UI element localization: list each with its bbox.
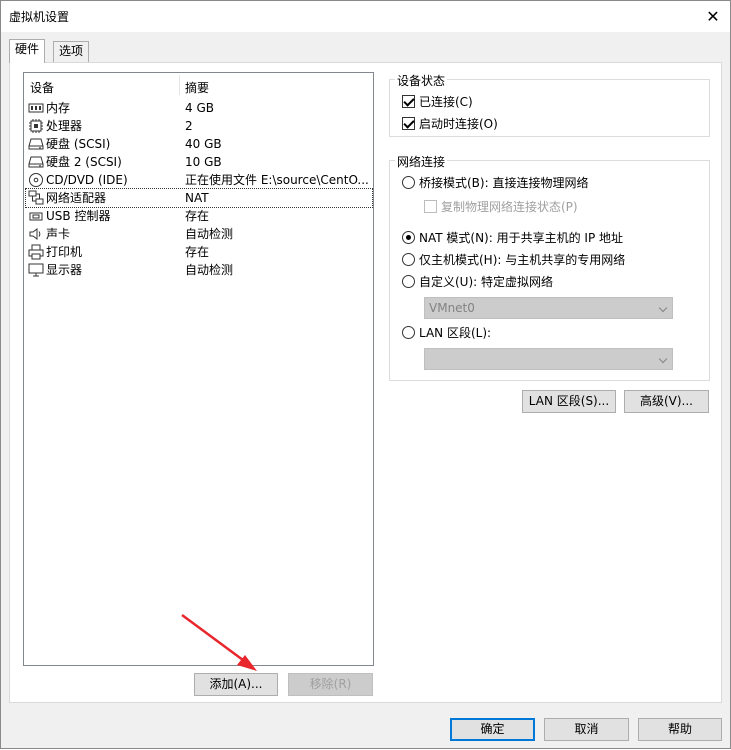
- custom-network-value: VMnet0: [429, 301, 475, 315]
- connected-label: 已连接(C): [419, 95, 473, 109]
- printer-icon: [28, 244, 44, 260]
- tab-options[interactable]: 选项: [53, 41, 90, 62]
- connected-checkbox[interactable]: 已连接(C): [402, 94, 473, 110]
- tab-hardware[interactable]: 硬件: [9, 39, 46, 63]
- device-summary: 正在使用文件 E:\source\CentO...: [185, 173, 369, 187]
- device-summary: 4 GB: [185, 101, 214, 115]
- checkbox-box: [424, 200, 437, 213]
- replicate-state-checkbox[interactable]: 复制物理网络连接状态(P): [424, 199, 578, 215]
- lan-segments-button[interactable]: LAN 区段(S)...: [522, 390, 616, 413]
- device-summary: 存在: [185, 209, 210, 223]
- checkbox-box: [402, 117, 415, 130]
- device-name: 处理器: [46, 119, 83, 133]
- connect-at-power-on-label: 启动时连接(O): [419, 117, 498, 131]
- chevron-down-icon: [658, 303, 668, 313]
- device-summary: 2: [185, 119, 193, 133]
- device-summary: 自动检测: [185, 227, 234, 241]
- nat-label: NAT 模式(N): 用于共享主机的 IP 地址: [419, 231, 624, 245]
- radio-dot: [402, 231, 415, 244]
- host-only-radio[interactable]: 仅主机模式(H): 与主机共享的专用网络: [402, 252, 625, 268]
- device-name: 网络适配器: [46, 191, 107, 205]
- help-button[interactable]: 帮助: [638, 718, 722, 741]
- remove-hardware-button[interactable]: 移除(R): [288, 673, 373, 696]
- connect-at-power-on-checkbox[interactable]: 启动时连接(O): [402, 116, 498, 132]
- custom-network-select[interactable]: VMnet0: [424, 297, 673, 319]
- cd-icon: [29, 173, 43, 187]
- device-row-display[interactable]: 显示器 自动检测: [26, 261, 372, 279]
- vm-settings-window: 虚拟机设置 ✕ 硬件 选项 设备 摘要 内存 4 GB 处理器 2 硬盘 (SC…: [0, 0, 731, 749]
- monitor-icon: [28, 263, 44, 277]
- host-only-label: 仅主机模式(H): 与主机共享的专用网络: [419, 253, 626, 267]
- lan-segment-select[interactable]: [424, 348, 673, 370]
- disk-icon: [28, 138, 44, 150]
- nat-radio[interactable]: NAT 模式(N): 用于共享主机的 IP 地址: [402, 230, 623, 246]
- speaker-icon: [29, 228, 41, 240]
- radio-dot: [402, 253, 415, 266]
- device-row-disk-2[interactable]: 硬盘 2 (SCSI) 10 GB: [26, 153, 372, 171]
- usb-icon: [29, 212, 43, 221]
- lan-segment-radio[interactable]: LAN 区段(L):: [402, 325, 491, 341]
- window-title: 虚拟机设置: [9, 10, 70, 24]
- device-summary: 40 GB: [185, 137, 222, 151]
- device-summary: NAT: [185, 191, 209, 205]
- chevron-down-icon: [658, 354, 668, 364]
- device-row-printer[interactable]: 打印机 存在: [26, 243, 372, 261]
- tab-options-label: 选项: [59, 44, 84, 58]
- device-name: 内存: [46, 101, 71, 115]
- device-name: 硬盘 2 (SCSI): [46, 155, 122, 169]
- device-row-cpu[interactable]: 处理器 2: [26, 117, 372, 135]
- radio-dot: [402, 176, 415, 189]
- cancel-button[interactable]: 取消: [544, 718, 629, 741]
- device-name: USB 控制器: [46, 209, 111, 223]
- device-list[interactable]: 设备 摘要 内存 4 GB 处理器 2 硬盘 (SCSI) 40 GB 硬盘 2…: [23, 72, 374, 666]
- radio-dot: [402, 326, 415, 339]
- bridged-label: 桥接模式(B): 直接连接物理网络: [419, 176, 589, 190]
- device-summary: 10 GB: [185, 155, 222, 169]
- tab-hardware-label: 硬件: [15, 42, 40, 56]
- device-name: 硬盘 (SCSI): [46, 137, 111, 151]
- device-row-usb[interactable]: USB 控制器 存在: [26, 207, 372, 225]
- title-bar: 虚拟机设置 ✕: [1, 1, 730, 32]
- device-name: 打印机: [46, 245, 83, 259]
- lan-segment-label: LAN 区段(L):: [419, 326, 492, 340]
- custom-label: 自定义(U): 特定虚拟网络: [419, 275, 554, 289]
- network-connection-label: 网络连接: [395, 153, 448, 170]
- bridged-radio[interactable]: 桥接模式(B): 直接连接物理网络: [402, 175, 588, 191]
- disk-icon: [28, 156, 44, 168]
- column-separator: [179, 75, 180, 95]
- device-name: CD/DVD (IDE): [46, 173, 128, 187]
- device-name: 显示器: [46, 263, 83, 277]
- device-row-cddvd[interactable]: CD/DVD (IDE) 正在使用文件 E:\source\CentO...: [26, 171, 372, 189]
- device-row-sound[interactable]: 声卡 自动检测: [26, 225, 372, 243]
- network-icon: [28, 190, 44, 205]
- device-summary: 存在: [185, 245, 210, 259]
- device-name: 声卡: [46, 227, 71, 241]
- device-row-network-adapter[interactable]: 网络适配器 NAT: [25, 188, 373, 208]
- device-row-disk-1[interactable]: 硬盘 (SCSI) 40 GB: [26, 135, 372, 153]
- device-summary: 自动检测: [185, 263, 234, 277]
- custom-radio[interactable]: 自定义(U): 特定虚拟网络: [402, 274, 553, 290]
- replicate-state-label: 复制物理网络连接状态(P): [441, 200, 578, 214]
- checkbox-box: [402, 95, 415, 108]
- advanced-button[interactable]: 高级(V)...: [624, 390, 709, 413]
- close-icon[interactable]: ✕: [696, 1, 730, 32]
- device-row-memory[interactable]: 内存 4 GB: [26, 99, 372, 117]
- radio-dot: [402, 275, 415, 288]
- add-hardware-button[interactable]: 添加(A)...: [194, 673, 278, 696]
- column-header-device[interactable]: 设备: [30, 79, 54, 99]
- memory-icon: [28, 103, 44, 113]
- cpu-icon: [29, 119, 43, 133]
- device-status-label: 设备状态: [395, 72, 448, 89]
- column-header-summary[interactable]: 摘要: [185, 79, 209, 99]
- ok-button[interactable]: 确定: [450, 718, 535, 741]
